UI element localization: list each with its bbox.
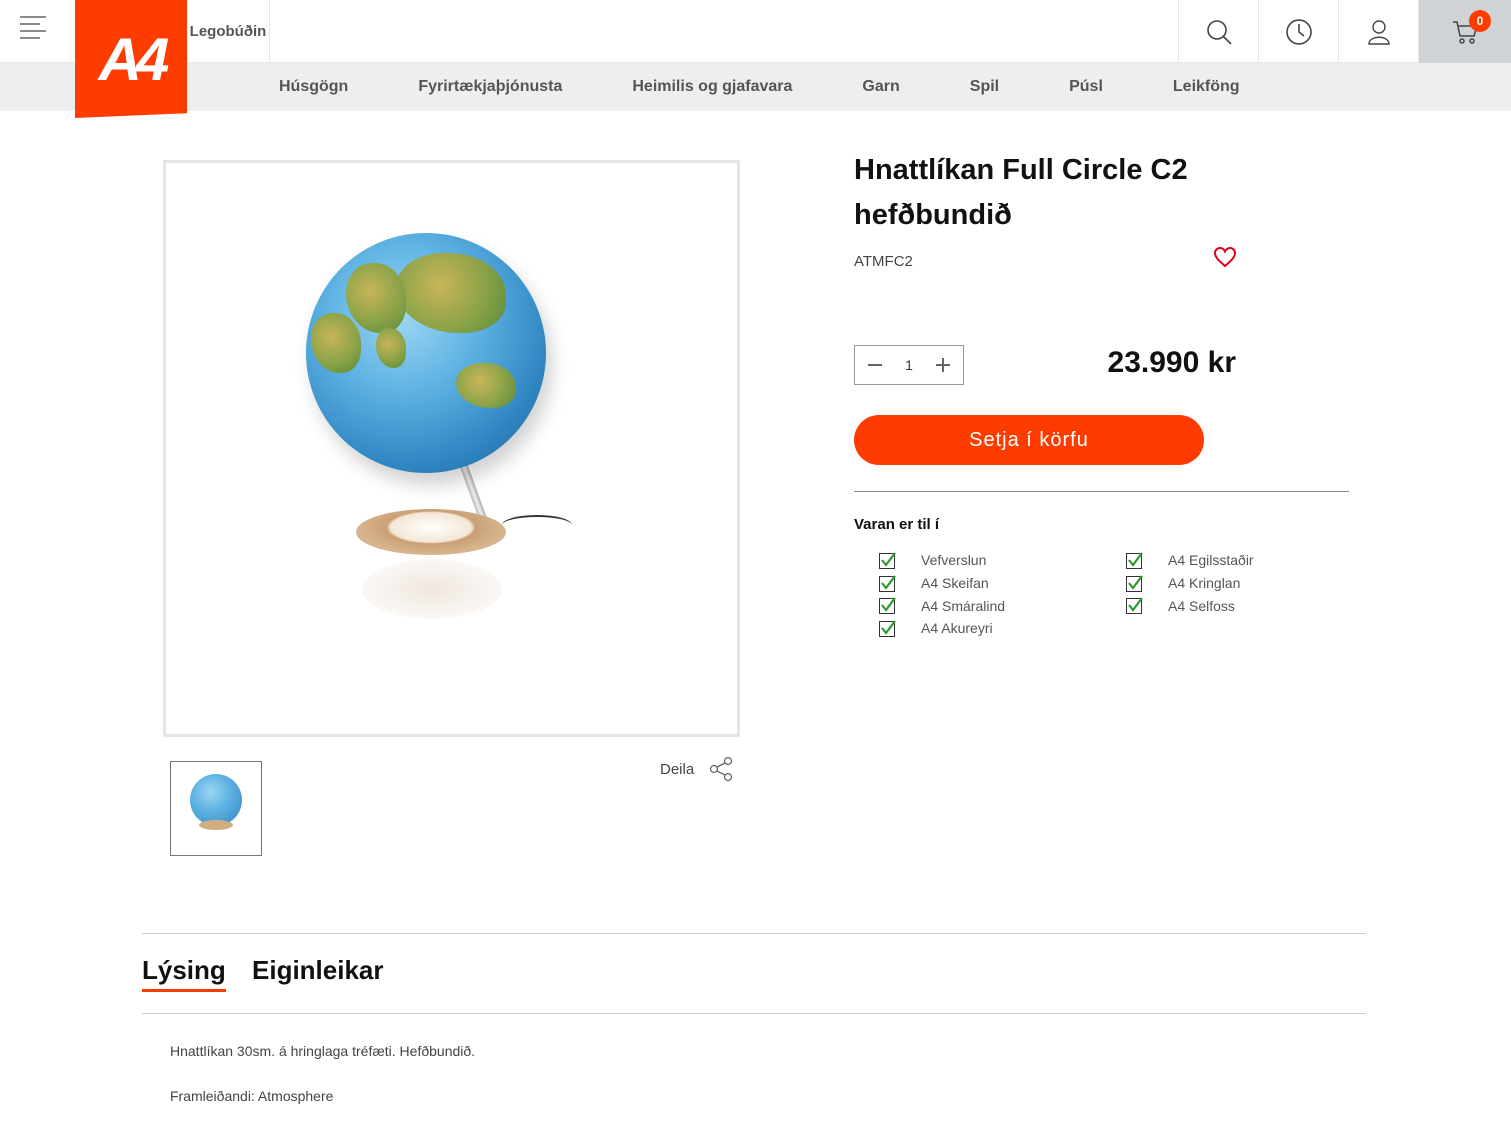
- availability-list-right: A4 Egilsstaðir A4 Kringlan A4 Selfoss: [1126, 549, 1254, 617]
- tab-properties[interactable]: Eiginleikar: [252, 955, 384, 986]
- tabs-top-divider: [142, 933, 1366, 934]
- logo-text: A4: [98, 25, 170, 93]
- store-name-label: A4 Smáralind: [921, 597, 1006, 614]
- checkbox-checked-icon: [879, 620, 896, 637]
- product-thumbnail[interactable]: [170, 761, 262, 856]
- store-name-label: A4 Kringlan: [1168, 575, 1241, 592]
- description-text: Hnattlíkan 30sm. á hringlaga tréfæti. He…: [170, 1043, 476, 1059]
- store-name-label: Vefverslun: [921, 552, 987, 569]
- store-name[interactable]: Legobúðin: [187, 0, 270, 63]
- checkbox-checked-icon: [879, 574, 896, 592]
- quantity-input[interactable]: [894, 357, 924, 373]
- nav-item-pusl[interactable]: Púsl: [1034, 78, 1138, 96]
- user-icon: [1367, 19, 1390, 45]
- minus-icon: [868, 364, 882, 366]
- availability-item: A4 Akureyri: [879, 617, 1005, 640]
- clock-icon: [1285, 18, 1312, 45]
- store-name-label: A4 Skeifan: [921, 575, 989, 592]
- decrease-quantity-button[interactable]: [865, 355, 885, 375]
- nav-item-heimilis-og-gjafavara[interactable]: Heimilis og gjafavara: [597, 78, 827, 96]
- nav-item-garn[interactable]: Garn: [827, 78, 934, 96]
- manufacturer-text: Framleiðandi: Atmosphere: [170, 1088, 334, 1104]
- cart-count-badge: 0: [1469, 10, 1491, 32]
- availability-item: A4 Selfoss: [1126, 594, 1254, 617]
- availability-item: Vefverslun: [879, 549, 1005, 572]
- checkbox-checked-icon: [1126, 552, 1143, 569]
- share-button[interactable]: Deila: [660, 756, 734, 782]
- product-sku: ATMFC2: [854, 253, 913, 270]
- plus-icon: [936, 358, 950, 372]
- a4-logo[interactable]: A4: [75, 0, 187, 118]
- product-title: Hnattlíkan Full Circle C2 hefðbundið: [854, 154, 1188, 231]
- share-icon: [710, 756, 733, 782]
- heart-icon[interactable]: [1213, 246, 1237, 268]
- checkbox-checked-icon: [1126, 574, 1143, 592]
- checkbox-checked-icon: [879, 597, 896, 615]
- availability-item: A4 Skeifan: [879, 572, 1005, 595]
- checkbox-checked-icon: [1126, 597, 1143, 615]
- nav-item-spil[interactable]: Spil: [935, 78, 1034, 96]
- cart-button[interactable]: 0: [1418, 0, 1511, 63]
- availability-heading: Varan er til í: [854, 516, 940, 533]
- availability-item: A4 Kringlan: [1126, 572, 1254, 595]
- nav-item-leikfong[interactable]: Leikföng: [1138, 78, 1275, 96]
- product-main-image[interactable]: [163, 160, 740, 737]
- divider: [854, 491, 1349, 492]
- availability-item: A4 Egilsstaðir: [1126, 549, 1254, 572]
- thumbnail-globe: [190, 773, 242, 826]
- availability-item: A4 Smáralind: [879, 594, 1005, 617]
- increase-quantity-button[interactable]: [933, 355, 953, 375]
- account-button[interactable]: [1338, 0, 1418, 63]
- checkbox-checked-icon: [879, 552, 896, 569]
- nav-item-fyrirtaekjathjonusta[interactable]: Fyrirtækjaþjónusta: [383, 78, 597, 96]
- search-icon: [1206, 19, 1232, 45]
- quantity-stepper: [854, 345, 964, 385]
- availability-list-left: Vefverslun A4 Skeifan A4 Smáralind A4 Ak…: [879, 549, 1005, 640]
- menu-icon[interactable]: [20, 16, 48, 39]
- top-bar: Legobúðin 0: [0, 0, 1511, 63]
- add-to-cart-button[interactable]: Setja í körfu: [854, 415, 1204, 465]
- share-label: Deila: [660, 760, 695, 778]
- product-price: 23.990 kr: [1107, 346, 1236, 379]
- store-name-label: A4 Selfoss: [1168, 597, 1235, 614]
- store-name-label: A4 Egilsstaðir: [1168, 552, 1254, 569]
- search-button[interactable]: [1178, 0, 1258, 63]
- history-button[interactable]: [1258, 0, 1338, 63]
- tabs-bottom-divider: [142, 1013, 1366, 1014]
- nav-item-husgogn[interactable]: Húsgögn: [244, 78, 383, 96]
- globe-image: [232, 229, 672, 669]
- category-nav: Húsgögn Fyrirtækjaþjónusta Heimilis og g…: [0, 63, 1511, 111]
- store-name-label: A4 Akureyri: [921, 620, 993, 637]
- tab-description[interactable]: Lýsing: [142, 955, 226, 992]
